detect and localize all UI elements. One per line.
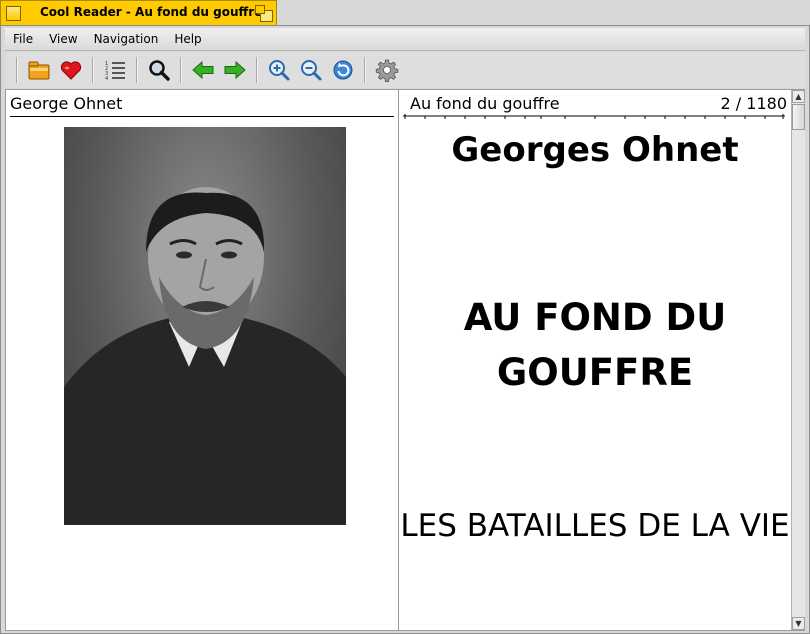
- menu-bar: File View Navigation Help: [5, 28, 805, 51]
- zoom-out-button[interactable]: [295, 54, 327, 86]
- rotate-icon: [333, 60, 353, 80]
- reader-view[interactable]: George Ohnet Au fond du gouffre 2 / 1180…: [5, 89, 805, 631]
- open-file-icon: [28, 61, 50, 80]
- zoom-out-icon: [301, 60, 322, 81]
- menu-view[interactable]: View: [41, 28, 85, 51]
- book-author: Georges Ohnet: [451, 130, 739, 170]
- table-of-contents-icon: 1234: [105, 61, 125, 82]
- scrollbar-thumb[interactable]: [792, 104, 805, 130]
- window-frame: File View Navigation Help 1 2 3 4 George…: [0, 25, 810, 634]
- book-series: LES BATAILLES DE LA VIE: [400, 508, 790, 544]
- rotate-button[interactable]: [327, 54, 359, 86]
- back-arrow-icon: [192, 60, 214, 80]
- settings-button[interactable]: [371, 54, 403, 86]
- book-title-line2: GOUFFRE: [496, 351, 694, 394]
- progress-ticks: [403, 114, 785, 119]
- page-number: 2 / 1180: [720, 94, 787, 113]
- left-page: George Ohnet: [6, 90, 398, 630]
- scroll-up-arrow-icon[interactable]: ▲: [792, 90, 805, 103]
- search-button[interactable]: [143, 54, 175, 86]
- favorites-heart-icon: [60, 61, 82, 80]
- favorites-button[interactable]: [55, 54, 87, 86]
- menu-navigation[interactable]: Navigation: [86, 28, 167, 51]
- window-tab[interactable]: Cool Reader - Au fond du gouffre: [0, 0, 277, 25]
- forward-button[interactable]: [219, 54, 251, 86]
- right-page: Au fond du gouffre 2 / 1180 Georges Ohne…: [399, 90, 791, 630]
- toolbar: 1234: [5, 52, 805, 88]
- open-file-button[interactable]: [23, 54, 55, 86]
- vertical-scrollbar[interactable]: ▲ ▼: [791, 90, 805, 630]
- svg-text:4: 4: [105, 76, 108, 82]
- menu-help[interactable]: Help: [166, 28, 209, 51]
- zoom-in-icon: [269, 60, 290, 81]
- settings-gear-icon: [375, 59, 399, 82]
- left-page-header: George Ohnet: [10, 94, 123, 113]
- zoom-in-button[interactable]: [263, 54, 295, 86]
- window-title: Cool Reader - Au fond du gouffre: [40, 5, 263, 19]
- back-button[interactable]: [187, 54, 219, 86]
- book-title-line1: AU FOND DU: [463, 296, 727, 339]
- search-icon: [149, 60, 170, 81]
- author-portrait: [64, 127, 346, 525]
- menu-file[interactable]: File: [5, 28, 41, 51]
- book-title: AU FOND DU GOUFFRE: [399, 290, 791, 400]
- right-page-header: Au fond du gouffre: [410, 94, 560, 113]
- scroll-down-arrow-icon[interactable]: ▼: [792, 617, 805, 630]
- close-window-icon[interactable]: [6, 6, 21, 21]
- forward-arrow-icon: [224, 60, 246, 80]
- left-header-rule: [10, 116, 394, 117]
- zoom-window-icon[interactable]: [255, 5, 273, 22]
- table-of-contents-button[interactable]: 1234: [99, 54, 131, 86]
